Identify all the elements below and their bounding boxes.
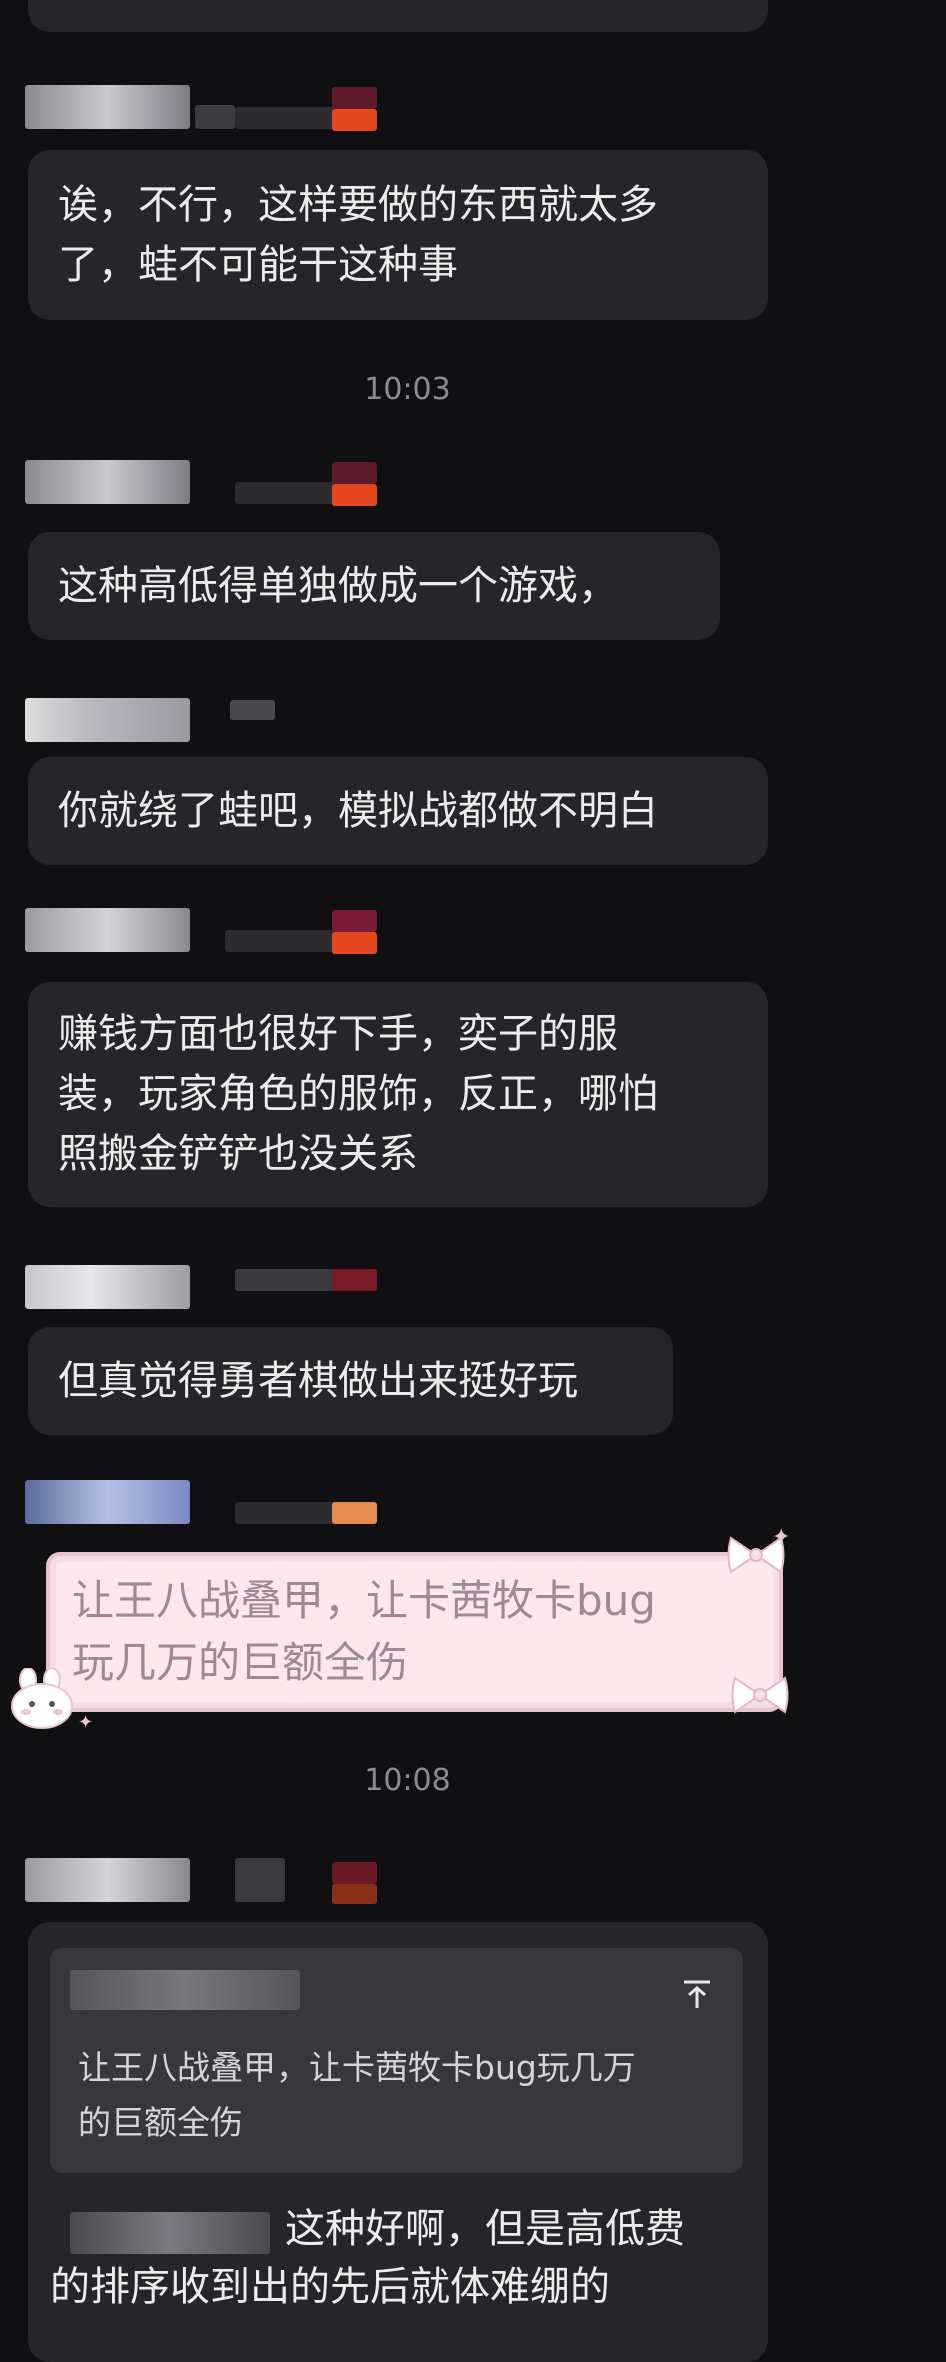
sender-name-bar: [25, 460, 385, 510]
message-bubble[interactable]: 你就绕了蛙吧，模拟战都做不明白: [28, 757, 768, 865]
sender-name-bar: [25, 1265, 385, 1315]
message-bubble-partial[interactable]: [28, 0, 768, 32]
collapse-arrow-icon[interactable]: [680, 1978, 714, 2016]
message-bubble-decorated[interactable]: 让王八战叠甲，让卡茜牧卡bug 玩几万的巨额全伤: [46, 1552, 783, 1712]
timestamp: 10:08: [364, 1763, 451, 1798]
sender-name-bar: [25, 85, 385, 135]
bunny-icon: [8, 1667, 80, 1736]
message-bubble[interactable]: 赚钱方面也很好下手，奕子的服 装，玩家角色的服饰，反正，哪怕 照搬金铲铲也没关系: [28, 982, 768, 1207]
bow-icon: [730, 1670, 790, 1724]
message-bubble[interactable]: 诶，不行，这样要做的东西就太多 了，蛙不可能干这种事: [28, 150, 768, 320]
quoted-text: 让王八战叠甲，让卡茜牧卡bug玩几万 的巨额全伤: [78, 2048, 636, 2142]
message-line: 诶，不行，这样要做的东西就太多: [58, 182, 658, 228]
message-line: 玩几万的巨额全伤: [72, 1638, 409, 1687]
sender-name-bar: [25, 698, 385, 748]
message-line: 你就绕了蛙吧，模拟战都做不明白: [58, 788, 658, 834]
sender-name-bar: [25, 1858, 385, 1908]
message-line: 这种好啊，但是高低费: [285, 2206, 685, 2252]
message-line: 照搬金铲铲也没关系: [58, 1131, 418, 1177]
message-line: 的排序收到出的先后就体难绷的: [50, 2264, 610, 2310]
sparkle-icon: ✦: [772, 1525, 791, 1550]
message-line: 这种高低得单独做成一个游戏，: [58, 563, 618, 609]
sparkle-icon: ✦: [78, 1712, 94, 1733]
message-line: 但真觉得勇者棋做出来挺好玩: [58, 1358, 578, 1404]
message-line: 让王八战叠甲，让卡茜牧卡bug: [72, 1576, 656, 1625]
message-bubble[interactable]: 这种高低得单独做成一个游戏，: [28, 532, 720, 640]
sender-name-bar: [25, 908, 385, 958]
message-bubble[interactable]: 但真觉得勇者棋做出来挺好玩: [28, 1327, 673, 1435]
quoted-message[interactable]: 让王八战叠甲，让卡茜牧卡bug玩几万 的巨额全伤: [50, 1948, 743, 2173]
message-line: 装，玩家角色的服饰，反正，哪怕: [58, 1071, 658, 1117]
message-line: 了，蛙不可能干这种事: [58, 242, 458, 288]
reply-text: 这种好啊，但是高低费 的排序收到出的先后就体难绷的: [50, 2200, 750, 2316]
quoted-sender: [70, 1970, 300, 2010]
timestamp: 10:03: [364, 372, 451, 407]
message-line: 赚钱方面也很好下手，奕子的服: [58, 1011, 618, 1057]
sender-name-bar: [25, 1480, 385, 1530]
